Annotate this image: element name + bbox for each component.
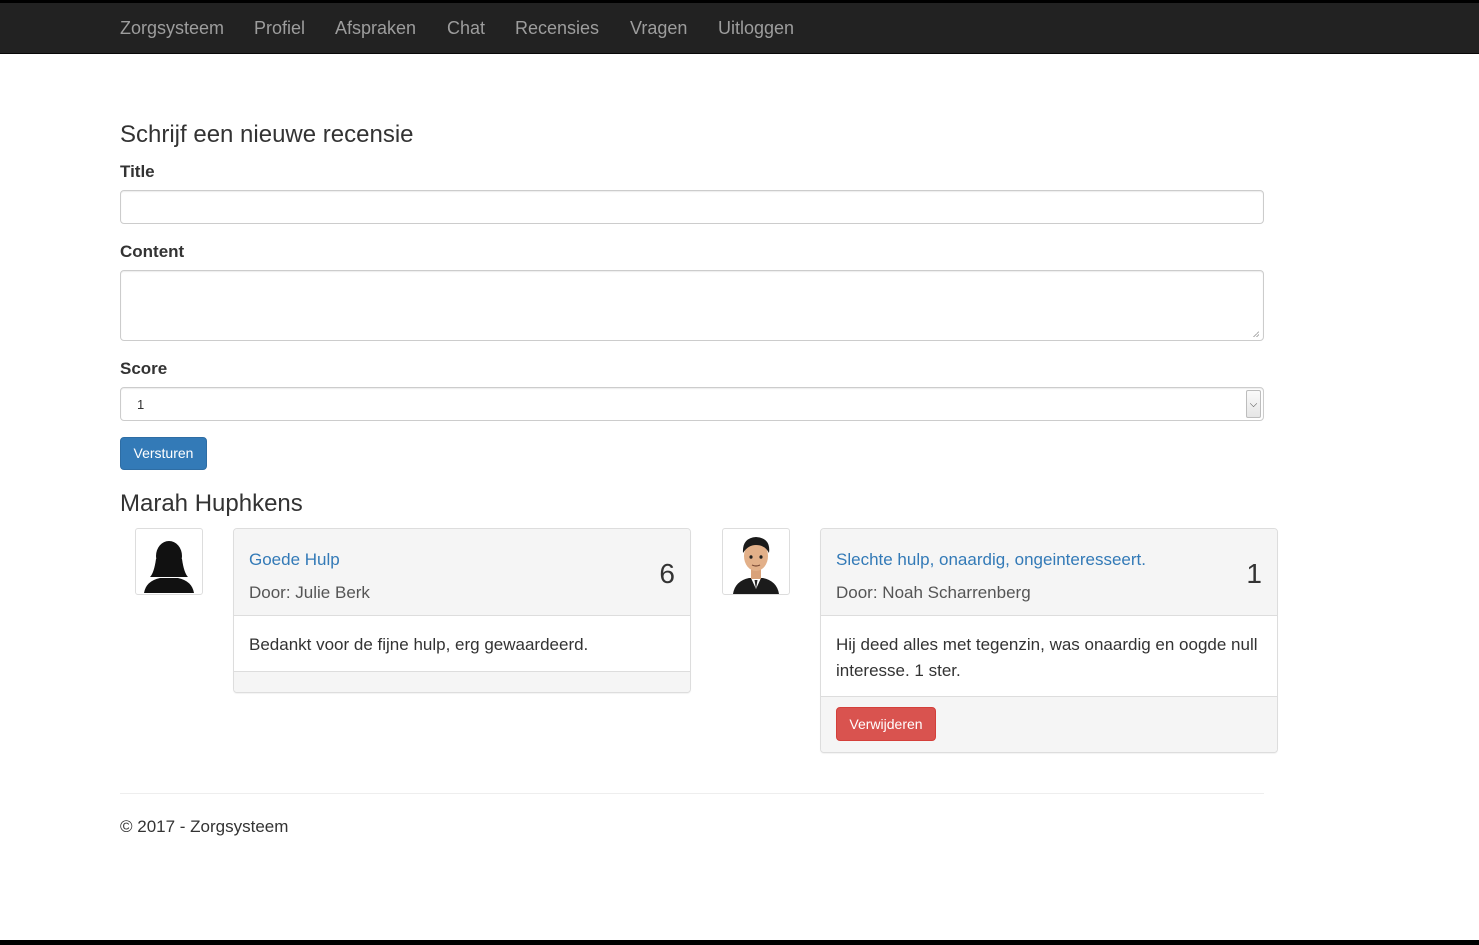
resize-grip-icon[interactable] — [1253, 331, 1259, 337]
score-select-value: 1 — [137, 397, 145, 412]
avatar-review-1 — [135, 528, 203, 595]
person-name-heading: Marah Huphkens — [120, 490, 303, 517]
content-label: Content — [120, 242, 185, 261]
submit-button[interactable]: Versturen — [120, 437, 207, 470]
nav-item-chat[interactable]: Chat — [447, 18, 485, 39]
nav-item-vragen[interactable]: Vragen — [630, 18, 687, 39]
review-card-header: Goede Hulp Door: Julie Berk 6 — [234, 529, 690, 616]
navbar: Zorgsysteem Profiel Afspraken Chat Recen… — [0, 3, 1479, 54]
footer-divider — [120, 793, 1264, 794]
review-card-header: Slechte hulp, onaardig, ongeinteresseert… — [821, 529, 1277, 616]
review-title-link[interactable]: Goede Hulp — [249, 550, 340, 570]
review-score: 1 — [1246, 558, 1262, 589]
review-author: Door: Julie Berk — [249, 583, 370, 602]
score-select[interactable]: 1 ⌵ — [120, 387, 1264, 421]
avatar-review-2 — [722, 528, 790, 595]
nav-item-recensies[interactable]: Recensies — [515, 18, 599, 39]
review-card-1: Goede Hulp Door: Julie Berk 6 Bedankt vo… — [233, 528, 691, 693]
review-body: Hij deed alles met tegenzin, was onaardi… — [836, 635, 1258, 680]
form-heading: Schrijf een nieuwe recensie — [120, 121, 414, 148]
window-frame-bottom — [0, 940, 1479, 945]
nav-brand[interactable]: Zorgsysteem — [120, 18, 224, 39]
nav-item-profiel[interactable]: Profiel — [254, 18, 305, 39]
female-silhouette-icon — [144, 541, 194, 593]
review-card-footer — [234, 671, 690, 692]
title-input[interactable] — [120, 190, 1264, 224]
review-card-2: Slechte hulp, onaardig, ongeinteresseert… — [820, 528, 1278, 753]
nav-item-afspraken[interactable]: Afspraken — [335, 18, 416, 39]
title-label: Title — [120, 162, 155, 181]
chevron-down-icon[interactable]: ⌵ — [1246, 390, 1261, 418]
footer-copyright: © 2017 - Zorgsysteem — [120, 817, 289, 836]
review-score: 6 — [659, 558, 675, 589]
cartoon-man-avatar-icon — [733, 537, 779, 594]
review-card-footer: Verwijderen — [821, 696, 1277, 752]
nav-item-uitloggen[interactable]: Uitloggen — [718, 18, 794, 39]
delete-review-button[interactable]: Verwijderen — [836, 707, 936, 741]
review-author: Door: Noah Scharrenberg — [836, 583, 1031, 602]
content-textarea[interactable] — [120, 270, 1264, 341]
review-title-link[interactable]: Slechte hulp, onaardig, ongeinteresseert… — [836, 550, 1146, 570]
score-label: Score — [120, 359, 168, 378]
review-body: Bedankt voor de fijne hulp, erg gewaarde… — [249, 635, 589, 654]
